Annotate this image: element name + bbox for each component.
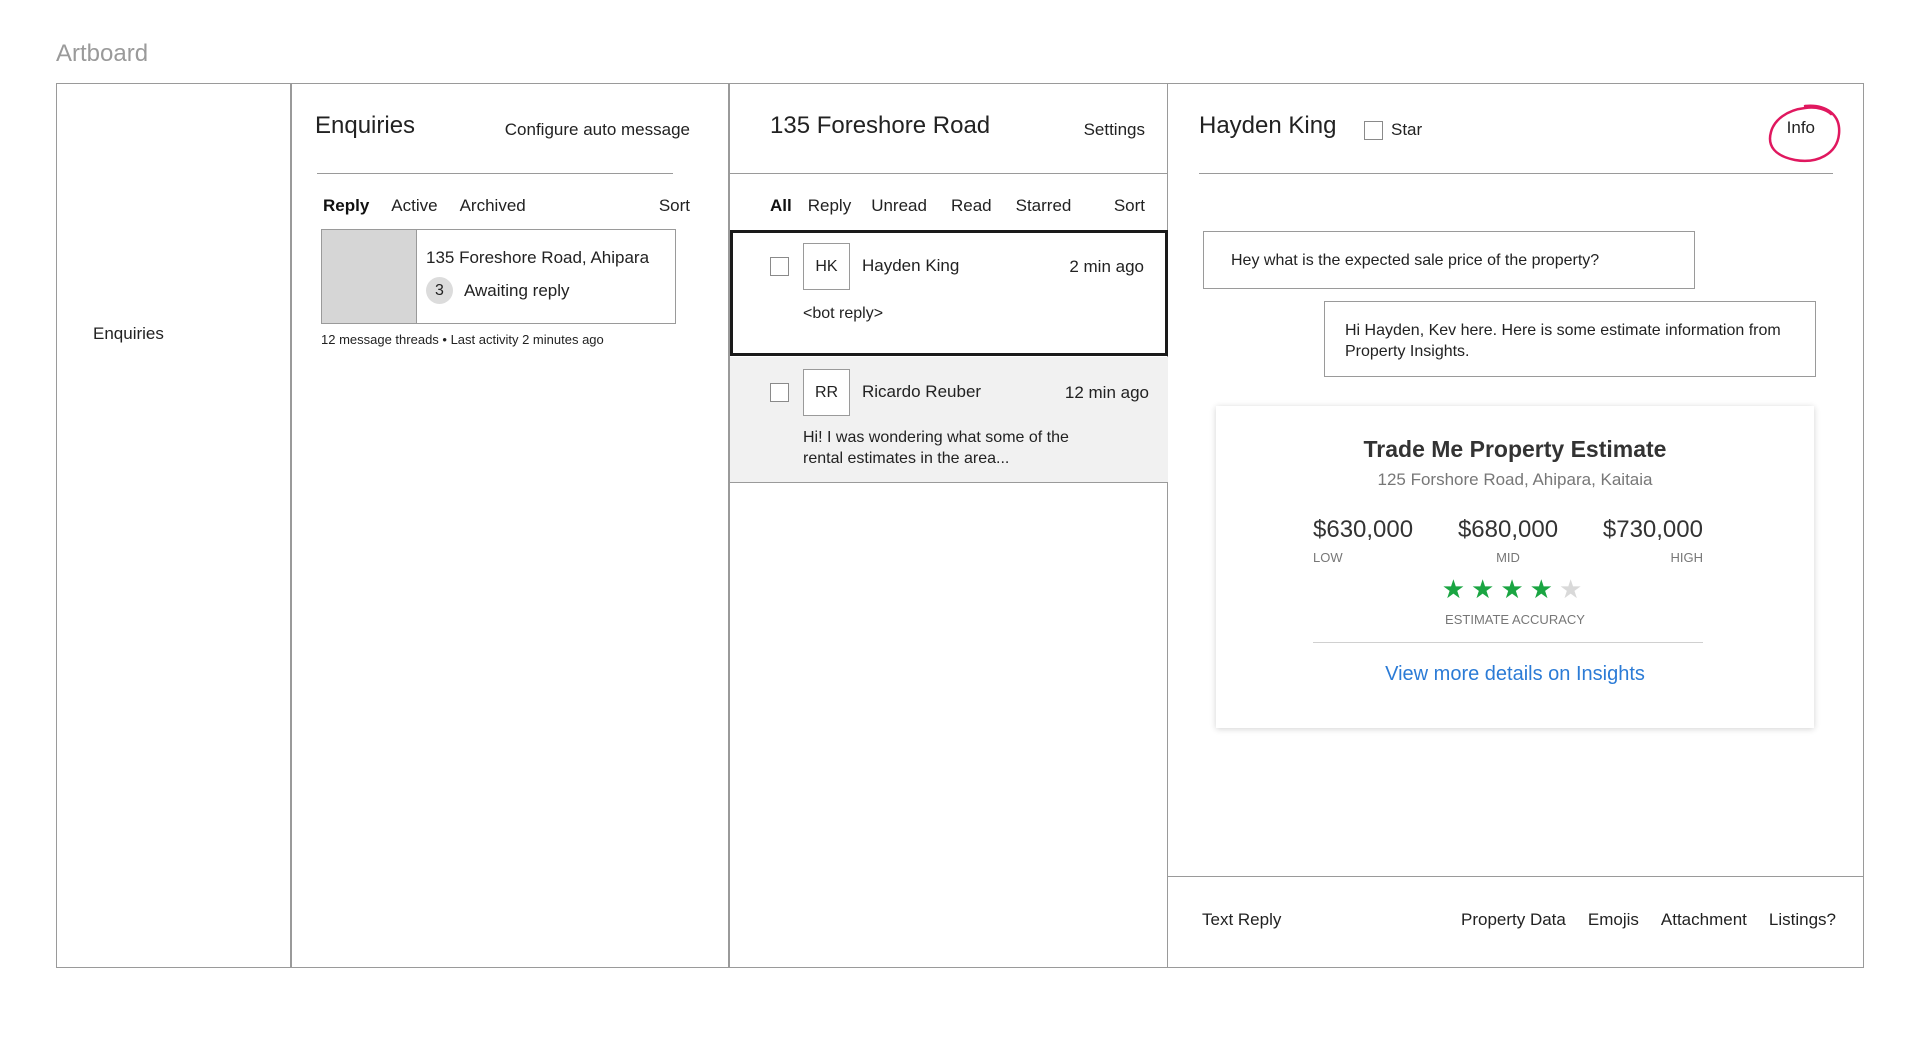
property-estimate-card: Trade Me Property Estimate 125 Forshore … [1216,406,1814,728]
avatar: HK [803,243,850,290]
thread-checkbox[interactable] [770,383,789,402]
thread-preview: Hi! I was wondering what some of the ren… [803,429,1069,467]
artboard-label: Artboard [56,40,149,67]
attachment-button[interactable]: Attachment [1661,910,1747,930]
tab-all[interactable]: All [770,196,792,216]
thread-preview: <bot reply> [803,305,884,322]
settings-link[interactable]: Settings [1084,120,1145,140]
estimate-low-label: LOW [1313,550,1343,565]
estimate-high-label: HIGH [1670,550,1703,565]
listings-button[interactable]: Listings? [1769,910,1836,930]
nav-item-enquiries[interactable]: Enquiries [93,324,164,344]
tab-unread[interactable]: Unread [871,196,927,216]
outgoing-message: Hi Hayden, Kev here. Here is some estima… [1324,301,1816,377]
property-card-body: 135 Foreshore Road, Ahipara 3 Awaiting r… [417,230,649,323]
thread-time: 12 min ago [1064,383,1149,402]
star-filled-icon: ★ [1529,574,1559,604]
text-reply-input[interactable]: Text Reply [1202,910,1281,930]
tab-read[interactable]: Read [951,196,992,216]
property-data-button[interactable]: Property Data [1461,910,1566,930]
star-filled-icon: ★ [1500,574,1530,604]
divider [1199,173,1833,174]
emojis-button[interactable]: Emojis [1588,910,1639,930]
divider [317,173,673,174]
app-frame: Enquiries Enquiries Configure auto messa… [56,83,1864,968]
avatar: RR [803,369,850,416]
count-badge: 3 [426,277,453,304]
thread-checkbox[interactable] [770,257,789,276]
incoming-message: Hey what is the expected sale price of t… [1203,231,1695,289]
property-card[interactable]: 135 Foreshore Road, Ahipara 3 Awaiting r… [321,229,676,324]
enquiries-tabs: Reply Active Archived [323,196,548,216]
estimate-mid: $680,000 MID [1458,516,1558,565]
threads-panel: 135 Foreshore Road Settings All Reply Un… [730,84,1168,967]
estimate-high-value: $730,000 [1602,516,1703,543]
tab-archived[interactable]: Archived [460,196,526,216]
property-title: 135 Foreshore Road [770,112,991,139]
star-label: Star [1391,120,1423,139]
estimate-mid-label: MID [1496,550,1520,565]
estimate-low: $630,000 LOW [1313,516,1413,565]
star-filled-icon: ★ [1441,574,1472,604]
enquiries-panel: Enquiries Configure auto message Reply A… [292,84,730,967]
estimate-low-value: $630,000 [1313,516,1414,543]
property-meta: 12 message threads • Last activity 2 min… [321,332,604,347]
estimate-high: $730,000 HIGH [1603,516,1703,565]
estimate-accuracy-label: ESTIMATE ACCURACY [1445,612,1585,627]
property-address: 135 Foreshore Road, Ahipara [426,248,650,267]
tab-starred[interactable]: Starred [1016,196,1072,216]
property-status: 3 Awaiting reply [426,277,649,304]
star-empty-icon: ★ [1558,574,1589,604]
star-checkbox[interactable] [1364,120,1383,140]
estimate-title: Trade Me Property Estimate [1363,436,1667,462]
thread-sender: Hayden King [862,256,960,275]
view-insights-link[interactable]: View more details on Insights [1216,663,1814,686]
enquiries-title: Enquiries [315,112,416,139]
thread-sender: Ricardo Reuber [862,382,982,401]
contact-name: Hayden King [1199,112,1337,139]
thread-filter-tabs: All Reply Unread Read Starred [770,196,1093,216]
accuracy-stars: ★★★★★ [1216,574,1814,605]
threads-sort-button[interactable]: Sort [1114,196,1145,216]
star-toggle[interactable]: Star [1364,120,1422,140]
left-nav: Enquiries [57,84,292,967]
conversation-panel: Hayden King Star Info Hey what is the ex… [1168,84,1863,967]
tab-reply[interactable]: Reply [808,196,851,216]
divider [1313,642,1703,643]
estimate-mid-value: $680,000 [1457,516,1559,543]
compose-divider [1168,876,1863,877]
tab-active[interactable]: Active [391,196,437,216]
divider [730,173,1168,174]
thread-item[interactable]: RR Ricardo Reuber 12 min ago Hi! I was w… [730,357,1168,483]
status-text: Awaiting reply [464,280,570,300]
estimate-values: $630,000 LOW $680,000 MID $730,000 HIGH [1313,516,1703,565]
annotation-circle-icon [1768,104,1841,163]
star-filled-icon: ★ [1471,574,1501,604]
thread-item[interactable]: HK Hayden King 2 min ago <bot reply> [730,230,1168,356]
tab-reply[interactable]: Reply [323,196,369,216]
property-thumbnail [322,230,417,323]
estimate-address: 125 Forshore Road, Ahipara, Kaitaia [1377,470,1653,489]
enquiries-sort-button[interactable]: Sort [659,196,690,216]
configure-auto-message-link[interactable]: Configure auto message [505,120,690,140]
compose-actions: Property Data Emojis Attachment Listings… [1439,910,1836,930]
thread-time: 2 min ago [1069,257,1144,276]
